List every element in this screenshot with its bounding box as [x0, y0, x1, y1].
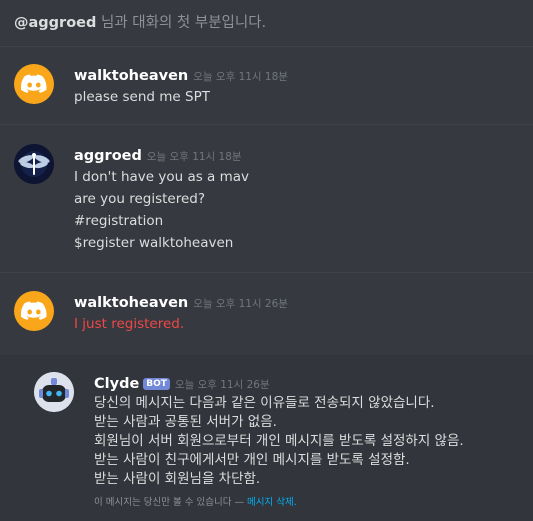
- avatar-clyde[interactable]: [34, 372, 74, 412]
- timestamp: 오늘 오후 11시 26분: [193, 298, 288, 310]
- timestamp: 오늘 오후 11시 18분: [193, 71, 288, 83]
- dragonfly-icon: [14, 144, 54, 184]
- ephemeral-text: 이 메시지는 당신만 볼 수 있습니다 —: [94, 497, 247, 508]
- message-line: #registration: [74, 213, 164, 229]
- delete-message-link[interactable]: 메시지 삭제.: [247, 497, 297, 508]
- divider: [0, 46, 533, 47]
- divider: [0, 272, 533, 273]
- username[interactable]: walktoheaven: [74, 295, 188, 311]
- message-header: aggroed 오늘 오후 11시 18분: [74, 145, 242, 164]
- username[interactable]: walktoheaven: [74, 68, 188, 84]
- message-body: 당신의 메시지는 다음과 같은 이유들로 전송되지 않았습니다. 받는 사람과 …: [94, 394, 464, 489]
- message-line: 받는 사람이 회원님을 차단함.: [94, 471, 261, 487]
- timestamp: 오늘 오후 11시 26분: [174, 379, 270, 391]
- avatar-aggroed[interactable]: [14, 144, 54, 184]
- discord-logo-icon: [21, 301, 47, 320]
- message-line: I just registered.: [74, 316, 185, 332]
- message-line: 회원님이 서버 회원으로부터 개인 메시지를 받도록 설정하지 않음.: [94, 433, 464, 449]
- username[interactable]: aggroed: [74, 148, 142, 164]
- intro-text: 님과 대화의 첫 부분입니다.: [96, 15, 267, 31]
- message-header: walktoheaven 오늘 오후 11시 18분: [74, 65, 288, 84]
- clyde-message: Clyde BOT 오늘 오후 11시 26분 당신의 메시지는 다음과 같은 이유…: [0, 355, 533, 521]
- message-line: are you registered?: [74, 191, 206, 207]
- message-header: walktoheaven 오늘 오후 11시 26분: [74, 292, 288, 311]
- message-body-failed: I just registered.: [74, 313, 184, 335]
- clyde-robot-icon: [34, 372, 74, 412]
- discord-logo-icon: [21, 74, 47, 93]
- message-body: I don't have you as a mav are you regist…: [74, 166, 249, 254]
- message-line: 받는 사람이 친구에게서만 개인 메시지를 받도록 설정함.: [94, 452, 410, 468]
- timestamp: 오늘 오후 11시 18분: [146, 151, 242, 163]
- message-line: $register walktoheaven: [74, 235, 234, 251]
- divider: [0, 124, 533, 125]
- message-line: 받는 사람과 공통된 서버가 없음.: [94, 414, 277, 430]
- mention-aggroed: @aggroed: [14, 15, 97, 31]
- message-line: please send me SPT: [74, 89, 210, 105]
- conversation-start: @aggroed 님과 대화의 첫 부분입니다.: [14, 11, 266, 32]
- avatar-walktoheaven[interactable]: [14, 64, 54, 104]
- message-line: I don't have you as a mav: [74, 169, 250, 185]
- message-line: 당신의 메시지는 다음과 같은 이유들로 전송되지 않았습니다.: [94, 395, 435, 411]
- message-body: please send me SPT: [74, 86, 210, 108]
- bot-badge: BOT: [143, 378, 170, 390]
- ephemeral-note: 이 메시지는 당신만 볼 수 있습니다 — 메시지 삭제.: [94, 494, 297, 508]
- message-header: Clyde BOT 오늘 오후 11시 26분: [94, 373, 270, 392]
- username[interactable]: Clyde: [94, 376, 139, 392]
- avatar-walktoheaven[interactable]: [14, 291, 54, 331]
